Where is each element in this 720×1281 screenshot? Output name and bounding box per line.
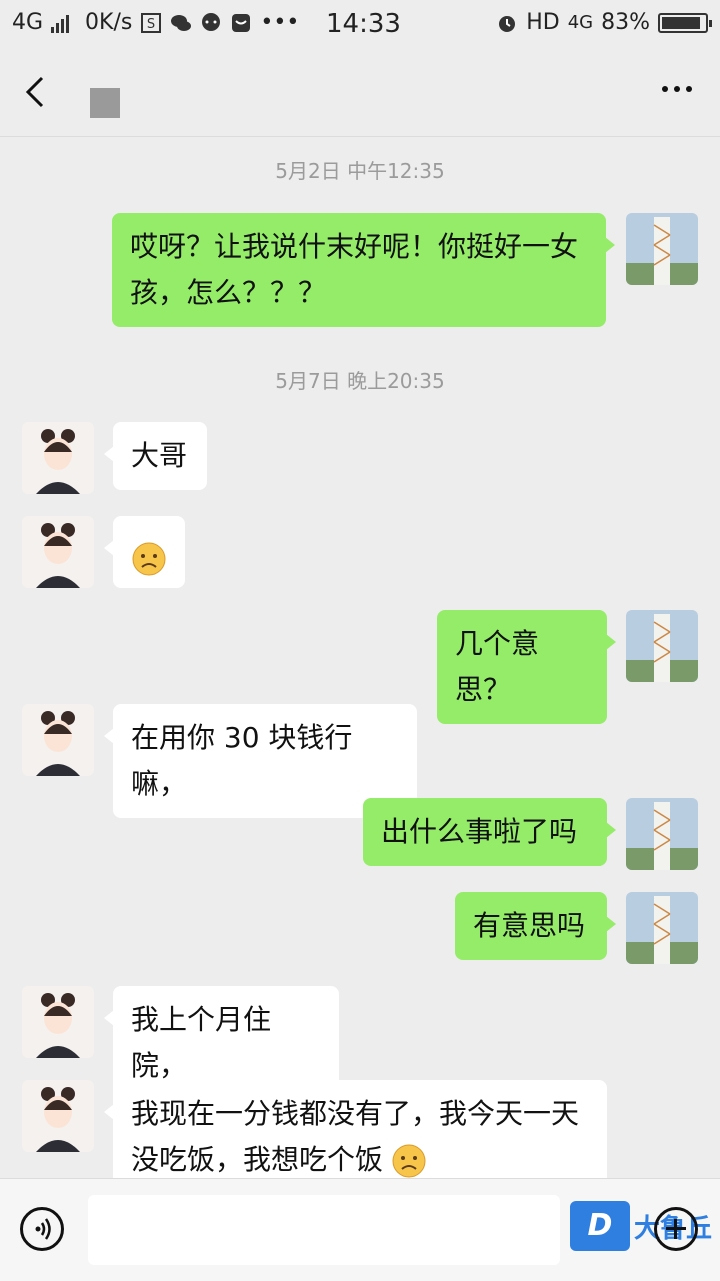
- more-notifications-icon: •••: [260, 10, 300, 35]
- battery-percent: 83%: [601, 10, 650, 35]
- message-text: 我现在一分钱都没有了，我今天一天没吃饭，我想吃个饭: [131, 1097, 580, 1176]
- battery-icon: [658, 12, 712, 33]
- message-bubble[interactable]: 有意思吗: [455, 892, 616, 960]
- message-bubble[interactable]: 哎呀？让我说什末好呢！你挺好一女孩，怎么？？？: [112, 213, 615, 327]
- voice-input-icon[interactable]: [20, 1207, 64, 1251]
- s-app-icon: S: [141, 12, 162, 33]
- wechat-icon: [171, 14, 192, 31]
- my-avatar[interactable]: [626, 892, 698, 964]
- status-bar: 4G 0K/s S ••• 14:33 HD 4G 83%: [0, 0, 720, 50]
- signal-icon: [51, 13, 70, 33]
- contact-name-redacted: [90, 88, 120, 118]
- network-type-2: 4G: [567, 12, 594, 33]
- input-bar: D 大鲁丘: [0, 1178, 720, 1281]
- network-speed: 0K/s: [85, 10, 133, 35]
- add-more-icon[interactable]: [654, 1207, 698, 1251]
- message-input[interactable]: [88, 1195, 560, 1265]
- message-bubble[interactable]: 几个意思？: [437, 610, 616, 724]
- chat-header: [0, 50, 720, 137]
- message-bubble[interactable]: 出什么事啦了吗: [363, 798, 616, 866]
- more-options-icon[interactable]: [662, 86, 692, 92]
- svg-text:S: S: [147, 17, 155, 32]
- contact-avatar[interactable]: [22, 516, 94, 588]
- message-bubble[interactable]: 大哥: [104, 422, 207, 490]
- sad-face-emoji-icon: [392, 1144, 426, 1178]
- timestamp: 5月2日 中午12:35: [275, 159, 445, 183]
- contact-avatar[interactable]: [22, 422, 94, 494]
- hd-label: HD: [526, 10, 560, 35]
- my-avatar[interactable]: [626, 798, 698, 870]
- network-type: 4G: [12, 10, 44, 35]
- notification-icon: [232, 13, 251, 32]
- message-bubble[interactable]: [104, 516, 185, 588]
- sad-face-emoji-icon: [132, 542, 166, 576]
- contact-avatar[interactable]: [22, 704, 94, 776]
- message-list[interactable]: 5月2日 中午12:35 哎呀？让我说什末好呢！你挺好一女孩，怎么？？？ 5月7…: [0, 137, 720, 1178]
- clock: 14:33: [326, 9, 401, 39]
- alarm-icon: [499, 15, 516, 32]
- message-icon: [202, 12, 221, 31]
- watermark-logo: D: [570, 1201, 630, 1251]
- contact-avatar[interactable]: [22, 1080, 94, 1152]
- contact-avatar[interactable]: [22, 986, 94, 1058]
- my-avatar[interactable]: [626, 213, 698, 285]
- back-arrow-icon[interactable]: [18, 70, 58, 114]
- timestamp: 5月7日 晚上20:35: [275, 369, 445, 393]
- my-avatar[interactable]: [626, 610, 698, 682]
- message-bubble[interactable]: 我现在一分钱都没有了，我今天一天没吃饭，我想吃个饭: [104, 1080, 607, 1178]
